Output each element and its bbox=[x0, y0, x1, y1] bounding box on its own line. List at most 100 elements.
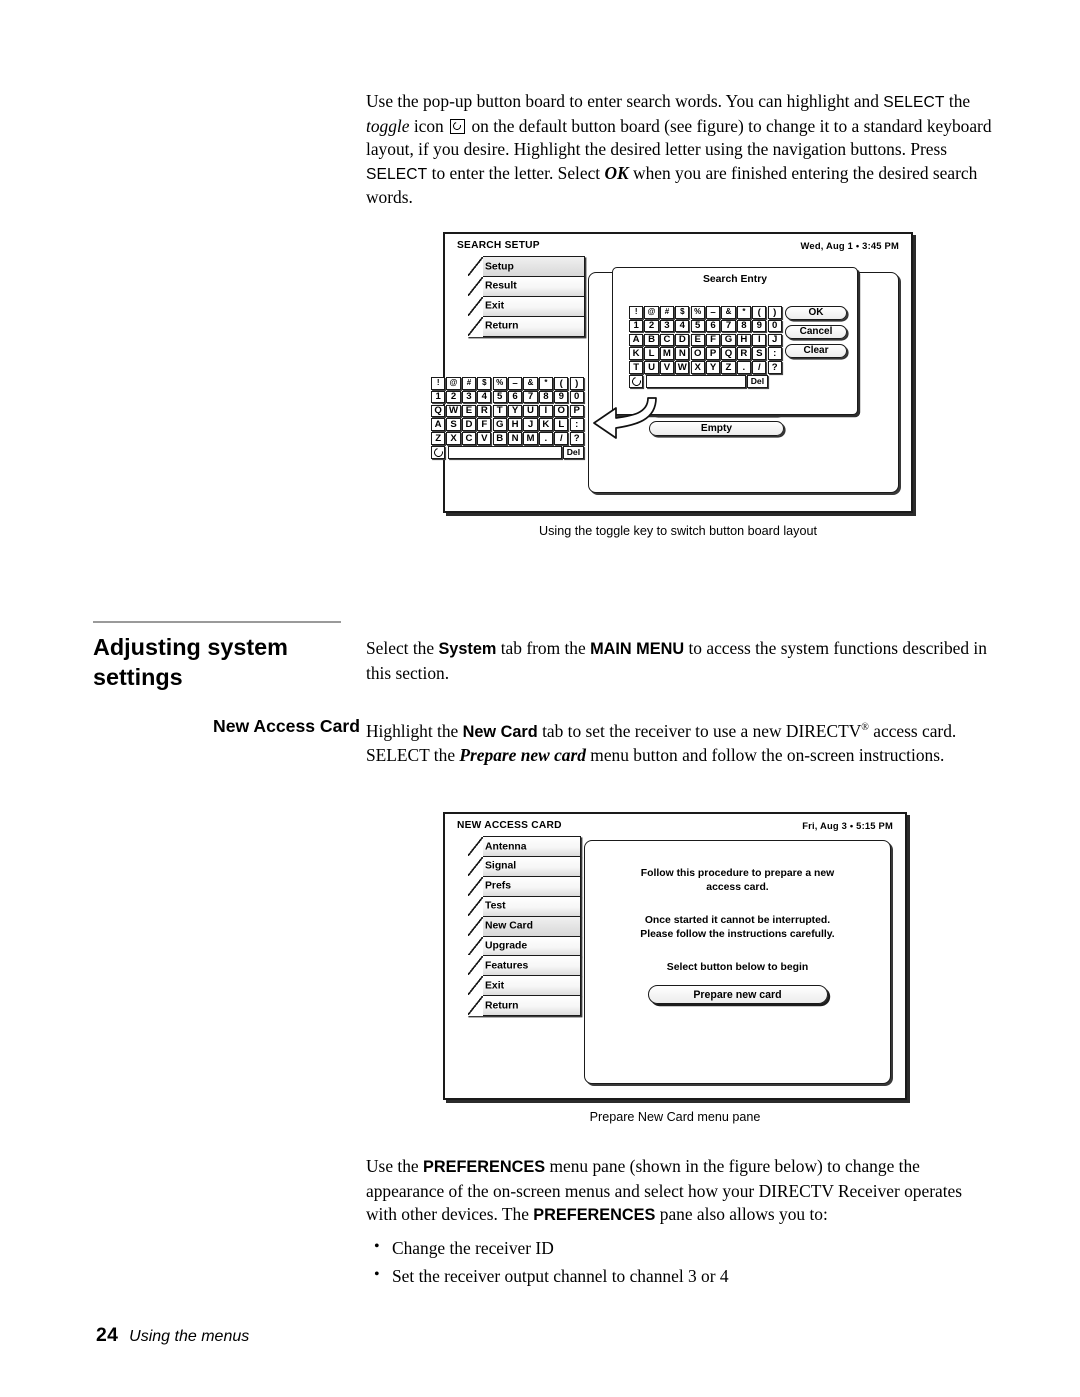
qwerty-key[interactable]: V bbox=[477, 432, 492, 445]
qwerty-key[interactable]: ! bbox=[431, 377, 446, 390]
qwerty-key[interactable]: 7 bbox=[523, 390, 538, 404]
qwerty-key[interactable]: T bbox=[492, 404, 507, 418]
qwerty-text-field[interactable] bbox=[447, 445, 562, 459]
alpha-key[interactable]: ( bbox=[752, 306, 767, 319]
alpha-key[interactable]: – bbox=[705, 306, 721, 319]
alpha-key[interactable]: / bbox=[752, 361, 767, 374]
alpha-key[interactable]: J bbox=[767, 333, 782, 347]
qwerty-key[interactable]: Z bbox=[431, 432, 446, 445]
alpha-key[interactable]: . bbox=[736, 361, 752, 374]
alpha-key[interactable]: V bbox=[659, 361, 675, 374]
qwerty-key[interactable]: I bbox=[538, 404, 554, 418]
qwerty-key[interactable]: D bbox=[461, 418, 477, 431]
alpha-key[interactable]: & bbox=[721, 306, 736, 319]
alpha-key[interactable]: F bbox=[705, 333, 721, 347]
qwerty-key[interactable]: 9 bbox=[554, 390, 569, 404]
qwerty-key[interactable]: U bbox=[523, 404, 538, 418]
qwerty-key[interactable]: Q bbox=[431, 404, 446, 418]
qwerty-key[interactable]: 2 bbox=[446, 390, 461, 404]
qwerty-key[interactable]: 6 bbox=[507, 390, 523, 404]
alpha-key[interactable]: O bbox=[690, 347, 705, 360]
tab-new-card[interactable]: New Card bbox=[467, 915, 581, 937]
qwerty-key[interactable]: B bbox=[492, 432, 507, 445]
qwerty-key[interactable]: O bbox=[554, 404, 569, 418]
alpha-key[interactable]: Z bbox=[721, 361, 736, 374]
toggle-icon-key[interactable] bbox=[629, 374, 644, 388]
alpha-key[interactable]: 4 bbox=[675, 319, 690, 333]
alpha-key[interactable]: 5 bbox=[690, 319, 705, 333]
alpha-key[interactable]: N bbox=[675, 347, 690, 360]
qwerty-key[interactable]: Y bbox=[507, 404, 523, 418]
qwerty-key[interactable]: S bbox=[446, 418, 461, 431]
qwerty-key[interactable]: : bbox=[569, 418, 584, 431]
cancel-button[interactable]: Cancel bbox=[785, 325, 847, 339]
qwerty-key[interactable]: 0 bbox=[569, 390, 584, 404]
qwerty-key[interactable]: ) bbox=[569, 377, 584, 390]
prepare-new-card-button[interactable]: Prepare new card bbox=[647, 985, 828, 1004]
qwerty-key[interactable]: 3 bbox=[461, 390, 477, 404]
qwerty-delete-key[interactable]: Del bbox=[562, 445, 584, 459]
alpha-key[interactable]: G bbox=[721, 333, 736, 347]
alpha-key[interactable]: 8 bbox=[736, 319, 752, 333]
alpha-key[interactable]: D bbox=[675, 333, 690, 347]
qwerty-key[interactable]: ( bbox=[554, 377, 569, 390]
alpha-key[interactable]: T bbox=[629, 361, 644, 374]
alpha-key[interactable]: 7 bbox=[721, 319, 736, 333]
tab-test[interactable]: Test bbox=[467, 895, 581, 917]
qwerty-key[interactable]: G bbox=[492, 418, 507, 431]
qwerty-key[interactable]: J bbox=[523, 418, 538, 431]
search-text-field[interactable] bbox=[645, 374, 746, 388]
alpha-key[interactable]: $ bbox=[675, 306, 690, 319]
qwerty-key[interactable]: 5 bbox=[492, 390, 507, 404]
alpha-key[interactable]: ! bbox=[629, 306, 644, 319]
alpha-key[interactable]: L bbox=[644, 347, 659, 360]
qwerty-key[interactable]: & bbox=[523, 377, 538, 390]
tab-return[interactable]: Return bbox=[467, 315, 585, 337]
tab-exit[interactable]: Exit bbox=[467, 975, 581, 997]
alpha-key[interactable]: 6 bbox=[705, 319, 721, 333]
qwerty-key[interactable]: N bbox=[507, 432, 523, 445]
clear-button[interactable]: Clear bbox=[785, 344, 847, 358]
qwerty-key[interactable]: 1 bbox=[431, 390, 446, 404]
qwerty-key[interactable]: L bbox=[554, 418, 569, 431]
qwerty-key[interactable]: H bbox=[507, 418, 523, 431]
tab-prefs[interactable]: Prefs bbox=[467, 875, 581, 897]
qwerty-key[interactable]: ? bbox=[569, 432, 584, 445]
qwerty-key[interactable]: . bbox=[538, 432, 554, 445]
alpha-key[interactable]: A bbox=[629, 333, 644, 347]
alpha-key[interactable]: # bbox=[659, 306, 675, 319]
alpha-key[interactable]: 0 bbox=[767, 319, 782, 333]
alpha-key[interactable]: W bbox=[675, 361, 690, 374]
saved-search-3[interactable]: Empty bbox=[649, 421, 784, 436]
alpha-key[interactable]: E bbox=[690, 333, 705, 347]
tab-result[interactable]: Result bbox=[467, 275, 585, 297]
qwerty-key[interactable]: R bbox=[477, 404, 492, 418]
ok-button[interactable]: OK bbox=[785, 306, 847, 320]
alpha-key[interactable]: @ bbox=[644, 306, 659, 319]
qwerty-key[interactable]: % bbox=[492, 377, 507, 390]
qwerty-key[interactable]: 4 bbox=[477, 390, 492, 404]
qwerty-key[interactable]: / bbox=[554, 432, 569, 445]
qwerty-key[interactable]: K bbox=[538, 418, 554, 431]
alpha-key[interactable]: P bbox=[705, 347, 721, 360]
alpha-key[interactable]: B bbox=[644, 333, 659, 347]
alpha-key[interactable]: S bbox=[752, 347, 767, 360]
tab-signal[interactable]: Signal bbox=[467, 855, 581, 877]
qwerty-key[interactable]: A bbox=[431, 418, 446, 431]
alpha-key[interactable]: C bbox=[659, 333, 675, 347]
alpha-key[interactable]: Y bbox=[705, 361, 721, 374]
alpha-key[interactable]: X bbox=[690, 361, 705, 374]
alpha-key[interactable]: K bbox=[629, 347, 644, 360]
tab-setup[interactable]: Setup bbox=[467, 256, 585, 277]
alpha-key[interactable]: H bbox=[736, 333, 752, 347]
tab-upgrade[interactable]: Upgrade bbox=[467, 935, 581, 957]
tab-return[interactable]: Return bbox=[467, 995, 581, 1017]
qwerty-key[interactable]: @ bbox=[446, 377, 461, 390]
alpha-key[interactable]: U bbox=[644, 361, 659, 374]
tab-exit[interactable]: Exit bbox=[467, 295, 585, 317]
alpha-key[interactable]: ? bbox=[767, 361, 782, 374]
alpha-key[interactable]: % bbox=[690, 306, 705, 319]
qwerty-key[interactable]: W bbox=[446, 404, 461, 418]
alpha-key[interactable]: : bbox=[767, 347, 782, 360]
qwerty-key[interactable]: C bbox=[461, 432, 477, 445]
